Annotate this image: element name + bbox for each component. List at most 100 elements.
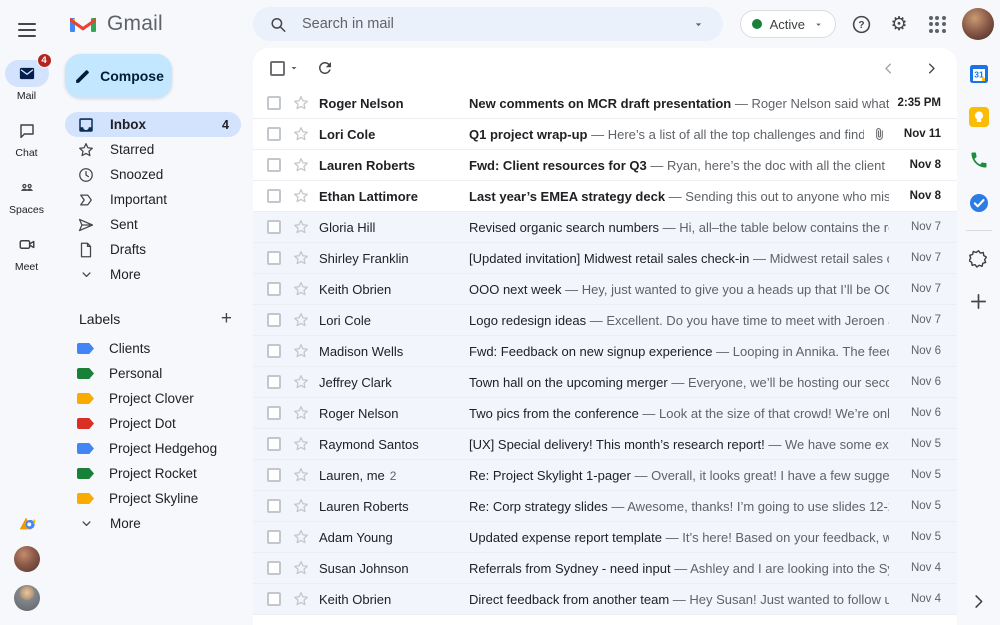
email-row[interactable]: Susan Johnson Referrals from Sydney - nee… bbox=[253, 553, 957, 584]
sidebar-item-sent[interactable]: Sent bbox=[65, 212, 241, 237]
row-checkbox[interactable] bbox=[267, 158, 281, 172]
contact-avatar[interactable] bbox=[13, 546, 40, 572]
label-item-project-rocket[interactable]: Project Rocket bbox=[65, 461, 241, 486]
company-logo-icon[interactable] bbox=[17, 513, 37, 533]
email-row[interactable]: Roger Nelson New comments on MCR draft pr… bbox=[253, 88, 957, 119]
star-toggle-icon[interactable] bbox=[292, 125, 310, 143]
sidebar-item-inbox[interactable]: Inbox 4 bbox=[65, 112, 241, 137]
rail-item-mail[interactable]: 4 Mail bbox=[3, 53, 52, 102]
email-row[interactable]: Ethan Lattimore Last year’s EMEA strategy… bbox=[253, 181, 957, 212]
row-checkbox[interactable] bbox=[267, 313, 281, 327]
older-page-icon[interactable] bbox=[924, 61, 939, 76]
get-addons-icon[interactable] bbox=[969, 248, 989, 268]
sidebar-item-important[interactable]: Important bbox=[65, 187, 241, 212]
email-row[interactable]: Lori Cole Q1 project wrap-up — Here’s a l… bbox=[253, 119, 957, 150]
select-caret-icon[interactable] bbox=[288, 62, 300, 74]
search-bar[interactable] bbox=[253, 7, 723, 41]
settings-gear-icon[interactable]: ⚙ bbox=[886, 11, 912, 37]
search-input[interactable] bbox=[300, 15, 676, 33]
star-toggle-icon[interactable] bbox=[292, 435, 310, 453]
sidebar-item-label: Drafts bbox=[110, 242, 147, 257]
email-subject: New comments on MCR draft presentation bbox=[469, 95, 732, 111]
show-side-panel-icon[interactable] bbox=[965, 587, 993, 615]
email-row[interactable]: Raymond Santos [UX] Special delivery! Thi… bbox=[253, 429, 957, 460]
row-checkbox[interactable] bbox=[267, 344, 281, 358]
create-label-button[interactable]: + bbox=[221, 309, 232, 328]
email-row[interactable]: Roger Nelson Two pics from the conference… bbox=[253, 398, 957, 429]
star-toggle-icon[interactable] bbox=[292, 373, 310, 391]
star-toggle-icon[interactable] bbox=[292, 404, 310, 422]
rail-item-chat[interactable]: Chat bbox=[3, 117, 51, 159]
newer-page-icon[interactable] bbox=[881, 61, 896, 76]
label-item-project-dot[interactable]: Project Dot bbox=[65, 411, 241, 436]
label-item-project-hedgehog[interactable]: Project Hedgehog bbox=[65, 436, 241, 461]
email-row[interactable]: Adam Young Updated expense report templat… bbox=[253, 522, 957, 553]
email-row[interactable]: Keith Obrien OOO next week — Hey, just wa… bbox=[253, 274, 957, 305]
email-row[interactable]: Jeffrey Clark Town hall on the upcoming m… bbox=[253, 367, 957, 398]
email-row[interactable]: Madison Wells Fwd: Feedback on new signup… bbox=[253, 336, 957, 367]
row-checkbox[interactable] bbox=[267, 127, 281, 141]
star-toggle-icon[interactable] bbox=[292, 342, 310, 360]
sidebar-item-more[interactable]: More bbox=[65, 262, 241, 287]
star-toggle-icon[interactable] bbox=[292, 280, 310, 298]
label-item-project-skyline[interactable]: Project Skyline bbox=[65, 486, 241, 511]
row-checkbox[interactable] bbox=[267, 561, 281, 575]
email-sender: Keith Obrien bbox=[319, 591, 392, 607]
star-toggle-icon[interactable] bbox=[292, 466, 310, 484]
star-toggle-icon[interactable] bbox=[292, 497, 310, 515]
label-item-more[interactable]: More bbox=[65, 511, 241, 536]
plus-icon[interactable] bbox=[969, 291, 989, 311]
row-checkbox[interactable] bbox=[267, 282, 281, 296]
refresh-icon[interactable] bbox=[316, 59, 334, 77]
help-icon[interactable]: ? bbox=[848, 11, 874, 37]
keep-icon[interactable] bbox=[968, 107, 989, 127]
sidebar-item-snoozed[interactable]: Snoozed bbox=[65, 162, 241, 187]
email-row[interactable]: Gloria Hill Revised organic search number… bbox=[253, 212, 957, 243]
main-menu-button[interactable] bbox=[7, 10, 47, 50]
star-toggle-icon[interactable] bbox=[292, 94, 310, 112]
status-selector[interactable]: Active bbox=[739, 10, 836, 38]
row-checkbox[interactable] bbox=[267, 406, 281, 420]
rail-item-spaces[interactable]: Spaces bbox=[3, 174, 51, 216]
rail-item-meet[interactable]: Meet bbox=[3, 231, 51, 273]
email-row[interactable]: Lauren Roberts Re: Corp strategy slides —… bbox=[253, 491, 957, 522]
sidebar-item-drafts[interactable]: Drafts bbox=[65, 237, 241, 262]
tasks-icon[interactable] bbox=[969, 193, 989, 213]
star-toggle-icon[interactable] bbox=[292, 590, 310, 608]
google-apps-icon[interactable] bbox=[924, 11, 950, 37]
gmail-logo[interactable]: Gmail bbox=[53, 0, 250, 48]
label-item-clients[interactable]: Clients bbox=[65, 336, 241, 361]
star-toggle-icon[interactable] bbox=[292, 218, 310, 236]
star-toggle-icon[interactable] bbox=[292, 528, 310, 546]
row-checkbox[interactable] bbox=[267, 592, 281, 606]
email-row[interactable]: Lauren, me 2 Re: Project Skylight 1-pager … bbox=[253, 460, 957, 491]
row-checkbox[interactable] bbox=[267, 375, 281, 389]
star-toggle-icon[interactable] bbox=[292, 187, 310, 205]
compose-button[interactable]: Compose bbox=[65, 54, 172, 98]
account-avatar[interactable] bbox=[962, 8, 994, 40]
row-checkbox[interactable] bbox=[267, 499, 281, 513]
row-checkbox[interactable] bbox=[267, 530, 281, 544]
voice-icon[interactable] bbox=[969, 150, 989, 170]
row-checkbox[interactable] bbox=[267, 96, 281, 110]
contact-avatar[interactable] bbox=[13, 585, 40, 611]
email-row[interactable]: Lori Cole Logo redesign ideas — Excellent… bbox=[253, 305, 957, 336]
row-checkbox[interactable] bbox=[267, 220, 281, 234]
row-checkbox[interactable] bbox=[267, 189, 281, 203]
star-toggle-icon[interactable] bbox=[292, 311, 310, 329]
email-row[interactable]: Shirley Franklin [Updated invitation] Mid… bbox=[253, 243, 957, 274]
star-toggle-icon[interactable] bbox=[292, 559, 310, 577]
email-row[interactable]: Lauren Roberts Fwd: Client resources for … bbox=[253, 150, 957, 181]
search-options-caret-icon[interactable] bbox=[689, 15, 707, 33]
star-toggle-icon[interactable] bbox=[292, 249, 310, 267]
email-row[interactable]: Keith Obrien Direct feedback from another… bbox=[253, 584, 957, 615]
row-checkbox[interactable] bbox=[267, 437, 281, 451]
label-item-project-clover[interactable]: Project Clover bbox=[65, 386, 241, 411]
label-item-personal[interactable]: Personal bbox=[65, 361, 241, 386]
sidebar-item-starred[interactable]: Starred bbox=[65, 137, 241, 162]
row-checkbox[interactable] bbox=[267, 251, 281, 265]
select-all-checkbox[interactable] bbox=[270, 60, 285, 76]
row-checkbox[interactable] bbox=[267, 468, 281, 482]
star-toggle-icon[interactable] bbox=[292, 156, 310, 174]
calendar-icon[interactable]: 31 bbox=[969, 64, 989, 84]
